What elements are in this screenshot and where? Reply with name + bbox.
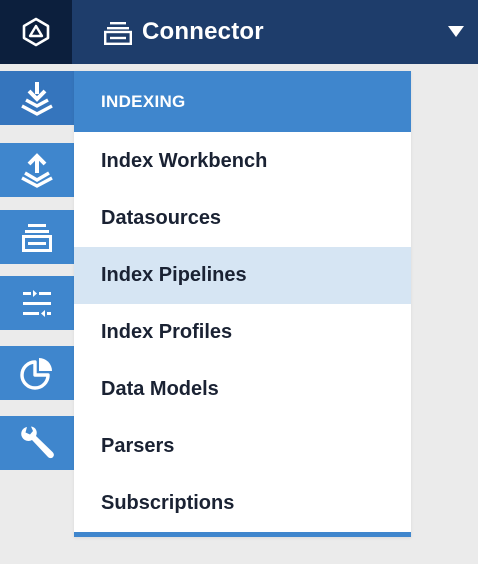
app-title: Connector: [142, 18, 264, 45]
menu-item-index-pipelines[interactable]: Index Pipelines: [74, 247, 411, 304]
sidebar-item-collections[interactable]: [0, 210, 74, 264]
menu-item-data-models[interactable]: Data Models: [74, 361, 411, 418]
top-bar: Connector: [0, 0, 478, 64]
menu-item-index-workbench[interactable]: Index Workbench: [74, 133, 411, 190]
wrench-icon: [21, 426, 54, 459]
menu-item-index-profiles[interactable]: Index Profiles: [74, 304, 411, 361]
home-logo-button[interactable]: [0, 0, 72, 64]
menu-item-subscriptions[interactable]: Subscriptions: [74, 475, 411, 532]
indexing-flyout-menu: INDEXING Index Workbench Datasources Ind…: [74, 71, 411, 537]
sliders-icon: [23, 290, 51, 317]
app-switcher-dropdown[interactable]: Connector: [72, 0, 478, 64]
triangle-logo-icon: [22, 17, 50, 47]
sidebar-item-indexing[interactable]: [0, 71, 74, 125]
connector-stack-icon: [104, 22, 132, 45]
sidebar-item-analytics[interactable]: [0, 346, 74, 400]
menu-header: INDEXING: [74, 71, 411, 132]
sidebar-item-querying[interactable]: [0, 143, 74, 197]
sidebar-item-rules[interactable]: [0, 276, 74, 330]
sidebar-item-system[interactable]: [0, 416, 74, 470]
caret-down-icon: [448, 26, 464, 37]
menu-item-datasources[interactable]: Datasources: [74, 190, 411, 247]
pie-chart-icon: [20, 358, 52, 390]
stack-icon: [22, 224, 52, 252]
menu-item-parsers[interactable]: Parsers: [74, 418, 411, 475]
index-down-arrow-icon: [21, 82, 53, 116]
menu-bottom-border: [74, 532, 411, 537]
index-up-arrow-icon: [21, 153, 53, 188]
